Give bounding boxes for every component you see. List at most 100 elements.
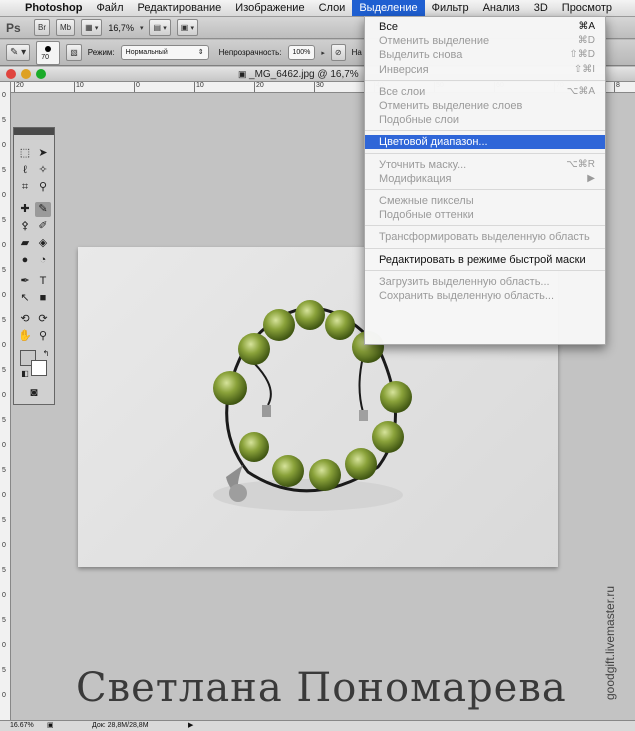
vertical-ruler[interactable]: 0 5 0 5 0 5 0 5 0 5 0 5 0 5 0 5 0 5 0 5 0 5 0 5 0 (0, 82, 11, 720)
menu-item[interactable]: Подобные слои (365, 113, 605, 127)
chevron-down-icon[interactable]: ▸ (321, 49, 325, 57)
menu-item-9[interactable]: Просмотр (555, 0, 619, 16)
clone-stamp-tool-icon[interactable]: ⚴ (17, 219, 33, 234)
menu-item[interactable]: Смежные пикселы (365, 194, 605, 208)
ruler-tick-label: 5 (2, 267, 6, 274)
menu-item[interactable]: Загрузить выделенную область... (365, 275, 605, 289)
ruler-tick-label: 20 (256, 82, 264, 89)
menu-item-2[interactable]: Редактирование (130, 0, 228, 16)
chevron-down-icon: ▾ (94, 25, 99, 32)
brush-tool-icon[interactable]: ✎ (35, 202, 51, 217)
brush-panel-toggle[interactable]: ▧ (66, 44, 82, 61)
menu-item-shortcut: ⌘A (578, 21, 595, 32)
pressure-opacity-button[interactable]: ⊘ (330, 44, 346, 61)
zoom-window-icon[interactable] (36, 69, 46, 79)
document-title: ▣ _MG_6462.jpg @ 16,7% (238, 69, 359, 80)
background-color-swatch[interactable] (31, 360, 47, 376)
menu-item[interactable]: Отменить выделение ⌘D (365, 34, 605, 48)
menu-item-label: Уточнить маску... (379, 158, 467, 171)
lasso-tool-icon[interactable]: ℓ (17, 163, 33, 178)
quick-selection-tool-icon[interactable]: ✧ (35, 163, 51, 178)
move-tool-icon[interactable]: ➤ (35, 146, 51, 161)
tools-panel-header[interactable] (14, 128, 54, 135)
close-window-icon[interactable] (6, 69, 16, 79)
menu-item-label: Модификация (379, 172, 452, 185)
menu-item-shortcut: ⌥⌘R (566, 158, 595, 170)
type-tool-icon[interactable]: T (35, 274, 51, 289)
arrange-documents-button[interactable]: ▤ ▾ (149, 19, 171, 36)
apple-menu-icon[interactable] (0, 0, 18, 16)
blend-mode-select[interactable]: Нормальный ⇕ (120, 45, 209, 60)
mini-bridge-button[interactable]: Mb (56, 19, 76, 36)
menu-item-4[interactable]: Слои (312, 0, 353, 16)
menu-item-6[interactable]: Фильтр (425, 0, 476, 16)
healing-brush-tool-icon[interactable]: ✚ (17, 202, 33, 217)
status-bar: 16.67% ▣ Док: 28,8M/28,8M ▶ (0, 720, 635, 731)
menu-item-8[interactable]: 3D (527, 0, 555, 16)
clasp-bead (262, 405, 271, 417)
menu-item[interactable]: Инверсия ⇧⌘I (365, 63, 605, 77)
ruler-tick (134, 82, 135, 92)
menu-item[interactable]: Трансформировать выделенную область (365, 230, 605, 244)
menu-bar: Photoshop Файл Редактирование Изображение Сл… (0, 0, 635, 17)
menu-item-label: Подобные оттенки (379, 209, 474, 222)
menu-item[interactable]: Цветовой диапазон... (365, 135, 605, 150)
quick-mask-icon[interactable]: ◙ (26, 385, 42, 400)
menu-item[interactable]: Редактировать в режиме быстрой маски (365, 253, 605, 267)
brush-preset-picker[interactable]: 70 (36, 40, 61, 65)
marquee-tool-icon[interactable]: ⬚ (17, 146, 33, 161)
chevron-down-icon[interactable]: ▾ (140, 24, 144, 32)
menu-item[interactable]: Модификация ▶ (365, 172, 605, 186)
pen-tool-icon[interactable]: ✒ (17, 274, 33, 289)
menu-item-label: Все (379, 21, 398, 33)
menu-item[interactable]: Подобные оттенки (365, 208, 605, 222)
opacity-field[interactable]: 100% (287, 45, 316, 60)
ruler-tick (314, 82, 315, 92)
menu-item[interactable]: Отменить выделение слоев (365, 99, 605, 113)
menu-item-7[interactable]: Анализ (476, 0, 527, 16)
view-extras-button[interactable]: ▦ ▾ (81, 19, 103, 36)
crop-tool-icon[interactable]: ⌗ (17, 180, 33, 195)
tool-preset-picker[interactable]: ✎ ▾ (6, 44, 31, 61)
blend-mode-value: Нормальный (125, 49, 168, 56)
charm-pendant (229, 484, 247, 502)
path-selection-tool-icon[interactable]: ↖ (17, 291, 33, 306)
menu-item[interactable]: Выделить снова ⇧⌘D (365, 48, 605, 62)
menu-item-label: Подобные слои (379, 114, 460, 127)
zoom-tool-icon[interactable]: ⚲ (35, 329, 51, 344)
3d-orbit-tool-icon[interactable]: ⟳ (35, 312, 51, 327)
ruler-tick (74, 82, 75, 92)
paint-bucket-tool-icon[interactable]: ◈ (35, 236, 51, 251)
blur-tool-icon[interactable]: ● (17, 253, 33, 268)
dodge-tool-icon[interactable]: ◔ (35, 253, 51, 268)
menu-item-3[interactable]: Изображение (228, 0, 311, 16)
mode-label: Режим: (87, 48, 115, 57)
menu-item-label: Отменить выделение слоев (379, 100, 523, 112)
default-colors-icon[interactable]: ◧ (17, 366, 33, 381)
ruler-tick-label: 5 (2, 167, 6, 174)
zoom-level[interactable]: 16,7% (108, 23, 134, 33)
menu-item[interactable]: Все слои ⌥⌘A (365, 85, 605, 99)
ruler-tick-label: 5 (2, 417, 6, 424)
3d-rotate-tool-icon[interactable]: ⟲ (17, 312, 33, 327)
updown-icon: ⇕ (197, 49, 204, 56)
hand-tool-icon[interactable]: ✋ (17, 329, 33, 344)
eraser-tool-icon[interactable]: ▰ (17, 236, 33, 251)
eyedropper-tool-icon[interactable]: ⚲ (35, 180, 51, 195)
menu-item[interactable]: Все ⌘A (365, 20, 605, 34)
shape-tool-icon[interactable]: ■ (35, 291, 51, 306)
minimize-window-icon[interactable] (21, 69, 31, 79)
clasp-bead (359, 410, 368, 421)
menu-item-1[interactable]: Файл (89, 0, 130, 16)
swap-colors-icon[interactable]: ↰ (38, 346, 54, 361)
menu-app[interactable]: Photoshop (18, 0, 89, 16)
menu-item[interactable]: Сохранить выделенную область... (365, 289, 605, 303)
history-brush-tool-icon[interactable]: ✐ (35, 219, 51, 234)
menu-item-shortcut: ▶ (587, 172, 595, 184)
menu-item-shortcut: ⌥⌘A (566, 85, 595, 97)
menu-item-5[interactable]: Выделение (352, 0, 425, 16)
ruler-tick-label: 5 (2, 667, 6, 674)
screen-mode-button[interactable]: ▣ ▾ (176, 19, 199, 36)
bridge-button[interactable]: Br (34, 19, 50, 36)
menu-item[interactable]: Уточнить маску... ⌥⌘R (365, 158, 605, 172)
